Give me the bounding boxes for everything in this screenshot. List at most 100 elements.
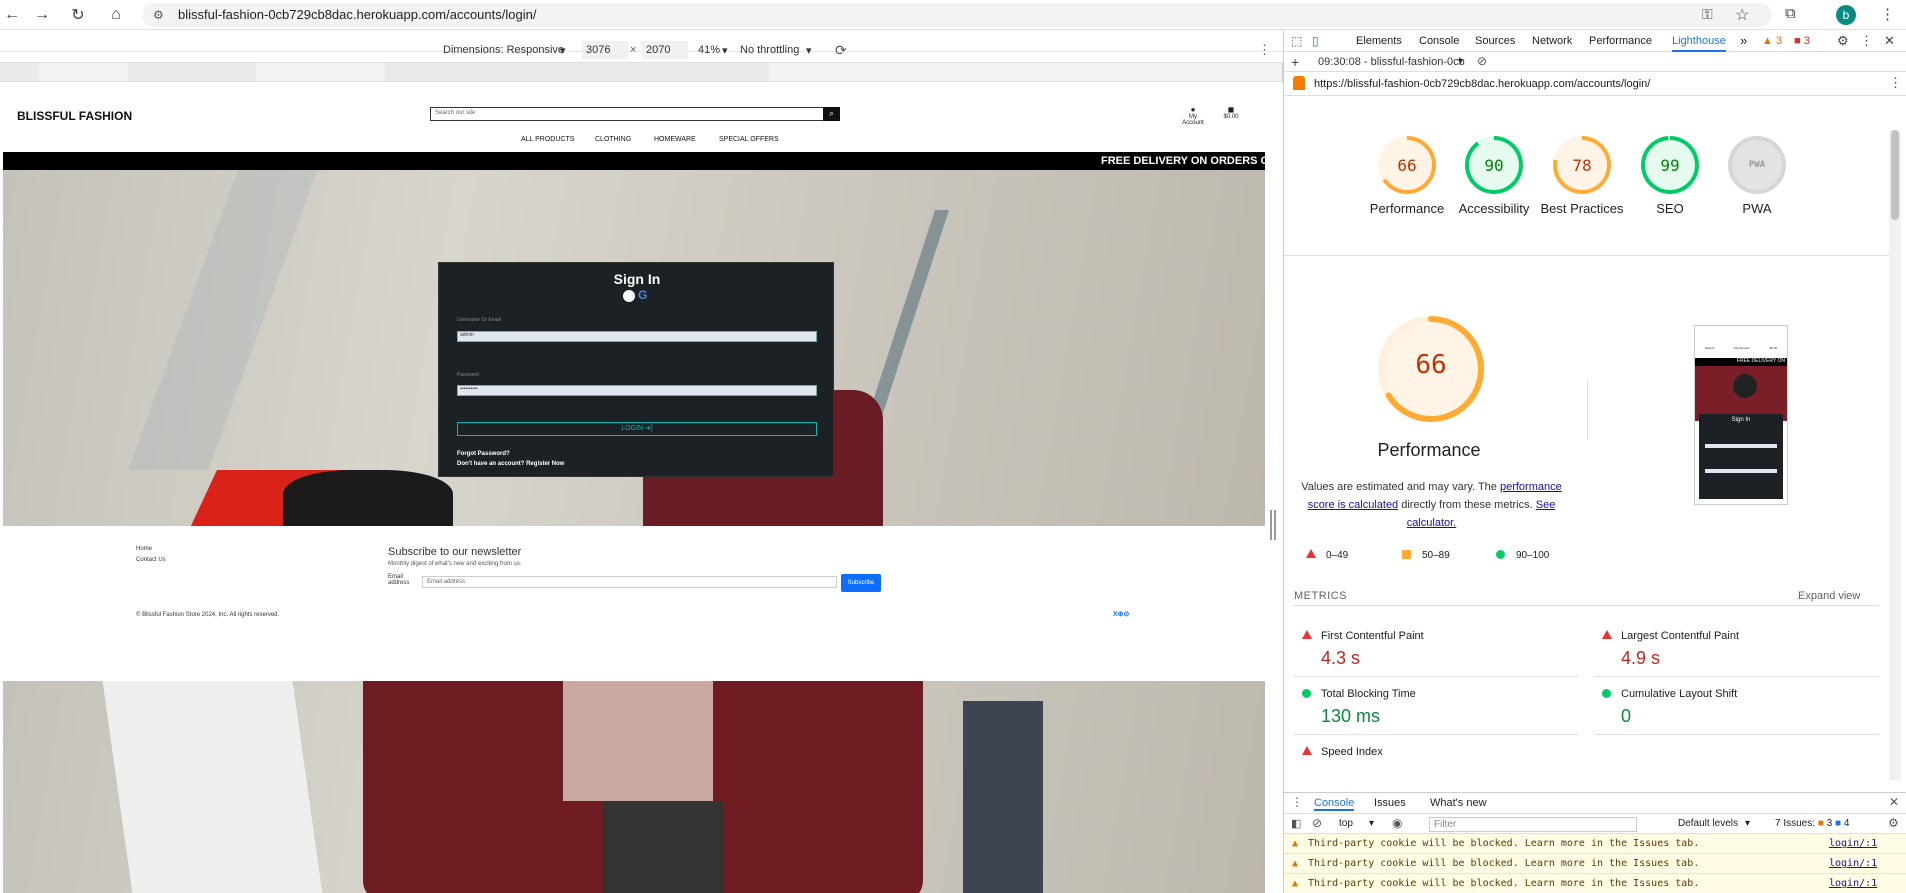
- menu-kebab-icon[interactable]: ⋮: [1880, 5, 1895, 23]
- close-devtools-icon[interactable]: ✕: [1884, 33, 1895, 49]
- report-select[interactable]: 09:30:08 - blissful-fashion-0cb: [1318, 56, 1465, 68]
- site-search-input[interactable]: Search our site: [430, 107, 840, 121]
- performance-description: Values are estimated and may vary. The p…: [1301, 481, 1562, 529]
- drawer-tab-console[interactable]: Console: [1314, 797, 1355, 811]
- context-select[interactable]: top: [1339, 818, 1353, 829]
- google-icon[interactable]: G: [638, 288, 647, 302]
- throttle-select[interactable]: No throttling: [740, 44, 799, 56]
- forgot-password-link[interactable]: Forgot Password?: [457, 451, 510, 457]
- new-report-plus-icon[interactable]: +: [1291, 54, 1299, 70]
- back-icon[interactable]: ←: [2, 5, 22, 25]
- tab-elements[interactable]: Elements: [1356, 35, 1402, 47]
- metric-divider: [1294, 676, 1579, 677]
- rotate-icon[interactable]: ⟳: [835, 42, 847, 59]
- device-toolbar-menu-icon[interactable]: ⋮: [1258, 42, 1271, 58]
- score-gauge-accessibility[interactable]: 90: [1465, 136, 1523, 194]
- report-menu-icon[interactable]: ⋮: [1889, 75, 1902, 91]
- url-text: blissful-fashion-0cb729cb8dac.herokuapp.…: [178, 7, 537, 22]
- close-drawer-icon[interactable]: ✕: [1889, 795, 1899, 809]
- lighthouse-logo-icon: [1293, 76, 1305, 90]
- search-icon[interactable]: ⌕: [823, 107, 840, 121]
- report-url[interactable]: https://blissful-fashion-0cb729cb8dac.he…: [1314, 78, 1650, 90]
- source-link[interactable]: login/:1: [1829, 858, 1877, 869]
- footer-link-contact[interactable]: Contact Us: [136, 557, 166, 563]
- performance-big-label: Performance: [1377, 440, 1481, 460]
- tab-sources[interactable]: Sources: [1475, 35, 1515, 47]
- tab-network[interactable]: Network: [1532, 35, 1572, 47]
- sidebar-toggle-icon[interactable]: ◧: [1291, 817, 1301, 830]
- nav-homeware[interactable]: HOMEWARE: [654, 136, 696, 143]
- metric-divider: [1594, 676, 1879, 677]
- subscribe-button[interactable]: Subscribe: [841, 574, 881, 592]
- clear-console-icon[interactable]: ⊘: [1312, 816, 1322, 830]
- clear-reports-icon[interactable]: ⊘: [1477, 54, 1487, 68]
- github-icon[interactable]: [623, 290, 635, 302]
- reload-icon[interactable]: ↻: [68, 5, 88, 25]
- console-settings-icon[interactable]: ⚙: [1888, 816, 1899, 830]
- tab-performance[interactable]: Performance: [1589, 35, 1652, 47]
- console-message: Third-party cookie will be blocked. Lear…: [1308, 838, 1700, 849]
- bookmark-star-icon[interactable]: ☆: [1735, 5, 1749, 25]
- settings-gear-icon[interactable]: ⚙: [1837, 33, 1849, 49]
- drawer-menu-icon[interactable]: ⋮: [1291, 795, 1303, 809]
- issues-counter[interactable]: 7 Issues: ■ 3 ■ 4: [1775, 818, 1849, 829]
- nav-clothing[interactable]: CLOTHING: [595, 136, 631, 143]
- expand-view-toggle[interactable]: Expand view: [1798, 590, 1860, 602]
- source-link[interactable]: login/:1: [1829, 838, 1877, 849]
- warning-icon: ▲: [1292, 878, 1299, 889]
- more-tabs-icon[interactable]: »: [1740, 33, 1747, 48]
- device-mode-icon[interactable]: ▯: [1312, 34, 1319, 48]
- warning-count[interactable]: ▲ 3: [1762, 35, 1782, 47]
- error-count[interactable]: ■ 3: [1794, 35, 1810, 47]
- live-expression-eye-icon[interactable]: ◉: [1392, 816, 1402, 830]
- tab-console[interactable]: Console: [1419, 35, 1459, 47]
- drawer-tab-whats-new[interactable]: What's new: [1430, 797, 1487, 809]
- nav-special-offers[interactable]: SPECIAL OFFERS: [719, 136, 779, 143]
- username-input[interactable]: admin: [457, 331, 817, 342]
- login-button[interactable]: LOGIN ➜]: [457, 422, 817, 436]
- tab-lighthouse[interactable]: Lighthouse: [1672, 35, 1726, 52]
- zoom-select[interactable]: 41%: [698, 44, 720, 56]
- console-warning-row[interactable]: ▲ Third-party cookie will be blocked. Lea…: [1284, 874, 1906, 893]
- my-account-link[interactable]: ● My Account: [1178, 105, 1208, 126]
- register-link[interactable]: Don't have an account? Register Now: [457, 461, 564, 467]
- device-toolbar: Dimensions: Responsive ▾ 3076 × 2070 41%…: [0, 30, 1283, 59]
- newsletter-email-input[interactable]: Email address: [422, 576, 837, 588]
- dimensions-caret-icon: ▾: [560, 45, 566, 57]
- levels-select[interactable]: Default levels: [1678, 818, 1738, 829]
- score-value: 99: [1645, 140, 1695, 190]
- score-value: 78: [1557, 140, 1607, 190]
- signin-title: Sign In: [613, 271, 661, 287]
- console-filter-input[interactable]: Filter: [1429, 817, 1637, 832]
- width-input[interactable]: 3076: [582, 41, 628, 59]
- extensions-icon[interactable]: ⧉: [1785, 5, 1796, 22]
- viewport-resize-handle[interactable]: [1270, 510, 1276, 540]
- profile-avatar[interactable]: b: [1836, 5, 1856, 25]
- password-key-icon[interactable]: ⚿: [1702, 6, 1713, 23]
- score-gauge-pwa[interactable]: PWA: [1728, 136, 1786, 194]
- devtools-menu-icon[interactable]: ⋮: [1860, 33, 1873, 49]
- footer-link-home[interactable]: Home: [136, 546, 152, 552]
- source-link[interactable]: login/:1: [1829, 878, 1877, 889]
- score-gauge-seo[interactable]: 99: [1641, 136, 1699, 194]
- dimensions-select[interactable]: Dimensions: Responsive: [443, 44, 564, 56]
- drawer-tab-issues[interactable]: Issues: [1374, 797, 1406, 809]
- score-gauge-best-practices[interactable]: 78: [1553, 136, 1611, 194]
- home-icon[interactable]: ⌂: [106, 5, 126, 25]
- metric-name: Total Blocking Time: [1321, 688, 1416, 700]
- cart-link[interactable]: ◼ $0.00: [1221, 105, 1241, 120]
- panel-scrollbar[interactable]: [1889, 130, 1901, 780]
- nav-all-products[interactable]: ALL PRODUCTS: [521, 136, 574, 143]
- devtools-tabbar: ⬚ ▯ Elements Console Sources Network Per…: [1284, 30, 1906, 52]
- site-info-icon[interactable]: ⚙: [153, 8, 164, 22]
- height-input[interactable]: 2070: [642, 41, 688, 59]
- site-logo[interactable]: BLISSFUL FASHION: [17, 109, 132, 123]
- inspect-element-icon[interactable]: ⬚: [1291, 34, 1302, 48]
- console-warning-row[interactable]: ▲ Third-party cookie will be blocked. Lea…: [1284, 834, 1906, 854]
- console-warning-row[interactable]: ▲ Third-party cookie will be blocked. Lea…: [1284, 854, 1906, 874]
- password-input[interactable]: ••••••••••: [457, 385, 817, 396]
- media-query-ruler: [0, 62, 1283, 82]
- score-gauge-performance[interactable]: 66: [1378, 136, 1436, 194]
- social-icons[interactable]: X⊕⊘: [1113, 610, 1129, 618]
- forward-icon[interactable]: →: [32, 5, 52, 25]
